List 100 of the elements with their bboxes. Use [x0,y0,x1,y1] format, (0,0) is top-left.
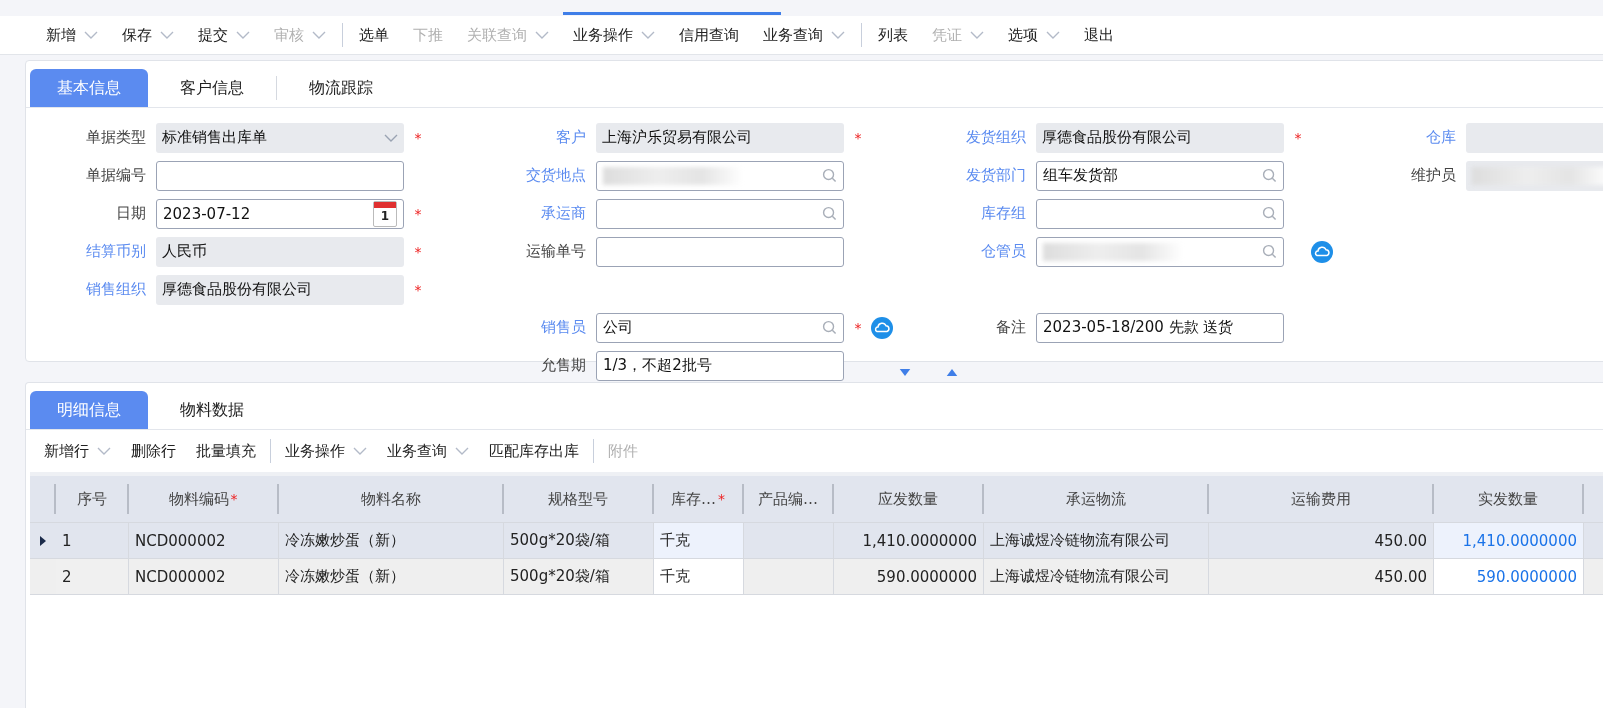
search-icon[interactable] [822,206,837,221]
field-label: 结算币别 [85,242,147,261]
column-header[interactable]: 产品编… [744,484,834,514]
lookup-field[interactable]: 组车发货部 [1036,160,1284,191]
collapse-down-icon[interactable] [898,368,911,376]
row-header-cell[interactable] [30,559,56,594]
field-label: 单据编号 [85,166,147,185]
required-mark: * [413,281,423,298]
column-header[interactable]: 实发数量 [1434,484,1584,514]
toolbar-button[interactable]: 选单 [347,20,401,50]
field-label: 仓库 [1425,128,1457,147]
column-header[interactable]: 序号 [56,484,129,514]
toolbar-button[interactable]: 业务操作 [275,436,377,466]
lookup-field[interactable] [1036,236,1284,267]
search-icon[interactable] [822,168,837,183]
required-mark: * [853,319,863,336]
row-pointer-icon [40,535,46,546]
lookup-field[interactable] [596,160,844,191]
field-label: 备注 [995,318,1027,337]
search-icon[interactable] [1262,206,1277,221]
table-cell: 590.0000000 [834,559,984,594]
table-cell: 500g*20袋/箱 [504,523,654,558]
input-field[interactable]: 2023-05-18/200 先款 送货 [1036,312,1284,343]
search-icon[interactable] [822,320,837,335]
required-mark: * [1293,129,1303,146]
toolbar-button[interactable]: 业务查询 [377,436,479,466]
tab[interactable]: 客户信息 [148,69,276,107]
toolbar-button[interactable]: 信用查询 [667,20,751,50]
collapse-up-icon[interactable] [945,368,958,376]
toolbar-button[interactable]: 匹配库存出库 [479,436,589,466]
field-label: 允售期 [540,356,587,375]
field-label: 日期 [115,204,147,223]
readonly-field[interactable]: 厚德食品股份有限公司 [156,274,404,305]
tab[interactable]: 物流跟踪 [277,69,405,107]
field-label: 维护员 [1410,166,1457,185]
column-header[interactable]: 运输费用 [1209,484,1434,514]
required-mark: * [853,129,863,146]
toolbar-button[interactable]: 新增行 [34,436,121,466]
toolbar-button[interactable]: 选项 [996,20,1072,50]
field-label: 库存组 [980,204,1027,223]
required-mark: * [413,243,423,260]
readonly-field[interactable]: 人民币 [156,236,404,267]
table-cell: 1,410.0000000 [1434,523,1584,558]
toolbar-button[interactable]: 退出 [1072,20,1126,50]
table-cell: NCD000002 [129,523,279,558]
field-label: 销售组织 [85,280,147,299]
column-header[interactable]: 规格型号 [504,484,654,514]
readonly-field[interactable]: 厚德食品股份有限公司 [1036,122,1284,153]
toolbar-button[interactable]: 业务查询 [751,20,857,50]
table-cell: NCD000002 [129,559,279,594]
table-cell: 450.00 [1209,559,1434,594]
toolbar-button[interactable]: 删除行 [121,436,186,466]
field-label: 单据类型 [85,128,147,147]
readonly-field[interactable] [1466,160,1603,191]
field-label: 发货组织 [965,128,1027,147]
chevron-down-icon [384,133,398,142]
dropdown-field[interactable]: 标准销售出库单 [156,122,404,153]
field-label: 仓管员 [980,242,1027,261]
toolbar-button[interactable]: 批量填充 [186,436,266,466]
date-field[interactable]: 2023-07-12 1 [156,198,404,229]
toolbar-button[interactable]: 保存 [110,20,186,50]
table-cell: 1 [56,523,129,558]
input-field[interactable] [156,160,404,191]
tab[interactable]: 物料数据 [148,391,276,429]
table-cell: 2 [56,559,129,594]
readonly-field[interactable]: 上海沪乐贸易有限公司 [596,122,844,153]
table-cell: 1,410.0000000 [834,523,984,558]
required-mark: * [413,205,423,222]
field-label: 承运商 [540,204,587,223]
field-label: 运输单号 [525,242,587,261]
table-cell: 千克 [654,523,744,558]
column-header[interactable]: 应发数量 [834,484,984,514]
cloud-icon[interactable] [870,315,894,340]
field-label: 发货部门 [965,166,1027,185]
field-label: 客户 [555,128,587,147]
table-cell: 450.00 [1209,523,1434,558]
lookup-field[interactable]: 公司 [596,312,844,343]
toolbar-button[interactable]: 提交 [186,20,262,50]
field-label: 销售员 [540,318,587,337]
input-field[interactable]: 1/3，不超2批号 [596,350,844,381]
table-cell: 冷冻嫩炒蛋（新） [279,523,504,558]
column-header[interactable]: 物料编码* [129,484,279,514]
column-header[interactable]: 物料名称 [279,484,504,514]
calendar-icon[interactable]: 1 [373,200,397,227]
toolbar-button[interactable]: 新增 [34,20,110,50]
input-field[interactable] [596,236,844,267]
toolbar-button[interactable]: 业务操作 [561,20,667,50]
table-cell: 500g*20袋/箱 [504,559,654,594]
column-header[interactable]: 承运物流 [984,484,1209,514]
column-header[interactable]: 库存…* [654,484,744,514]
table-cell: 冷冻嫩炒蛋（新） [279,559,504,594]
search-icon[interactable] [1262,244,1277,259]
lookup-field[interactable] [1036,198,1284,229]
row-header-cell[interactable] [30,523,56,558]
cloud-icon[interactable] [1310,239,1334,264]
required-mark: * [413,129,423,146]
search-icon[interactable] [1262,168,1277,183]
toolbar-button[interactable]: 列表 [866,20,920,50]
field-label: 交货地点 [525,166,587,185]
lookup-field[interactable] [596,198,844,229]
